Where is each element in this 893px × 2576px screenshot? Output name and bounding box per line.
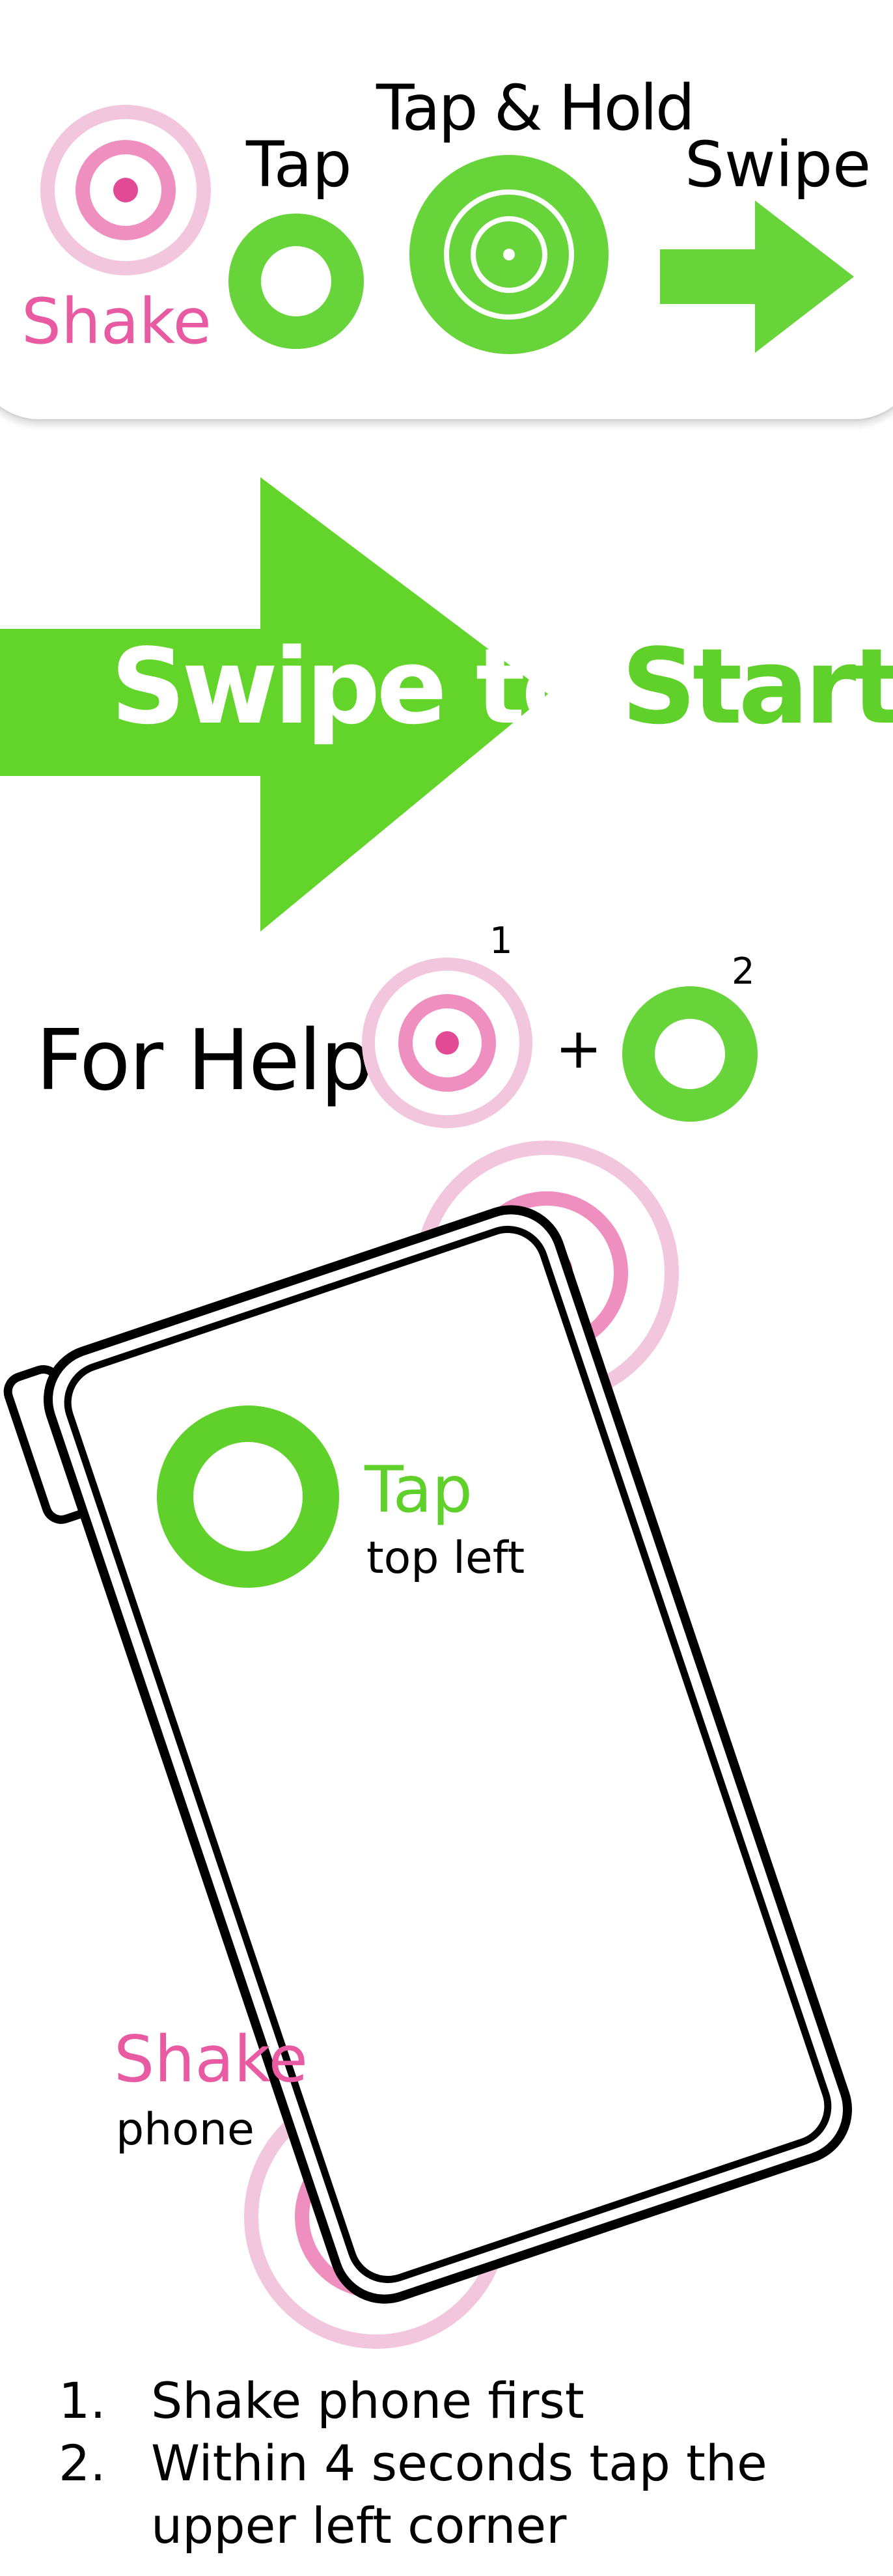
instruction-text: Within 4 seconds tap the upper left corn… [151,2434,767,2555]
phone-diagram [3,1141,852,2349]
help-screen: Shake Tap Tap & Hold Swipe Swipe to Star… [0,0,893,2576]
instruction-item: 1. Shake phone first [59,2370,854,2432]
instruction-text: Shake phone first [151,2372,584,2430]
phone-shake-title: Shake [114,2023,308,2097]
instruction-number: 1. [59,2372,106,2430]
phone-tap-title: Tap [364,1453,473,1527]
instruction-list: 1. Shake phone first 2. Within 4 seconds… [59,2370,854,2557]
instruction-number: 2. [59,2434,106,2492]
phone-shake-subtitle: phone [116,2104,254,2155]
phone-tap-subtitle: top left [366,1532,525,1584]
instruction-item: 2. Within 4 seconds tap the upper left c… [59,2432,854,2557]
